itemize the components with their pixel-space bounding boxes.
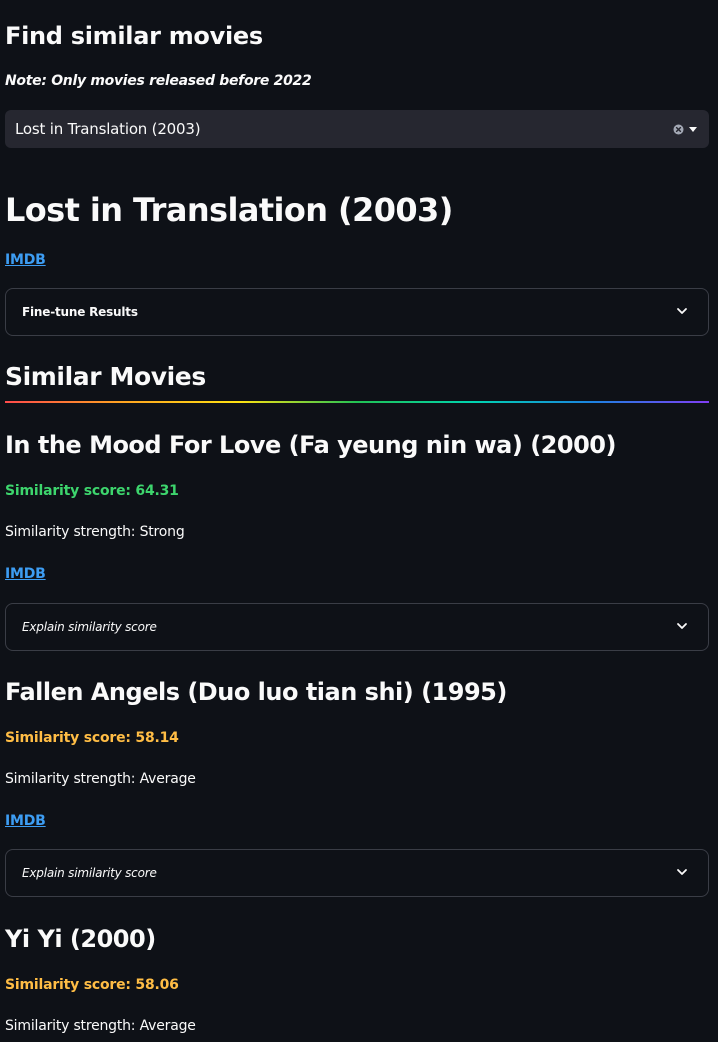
explain-expander-2[interactable]: Explain similarity score	[5, 849, 709, 897]
selected-movie-imdb-link[interactable]: IMDB	[5, 250, 46, 270]
chevron-down-icon	[677, 623, 687, 629]
similar-movies-heading: Similar Movies	[5, 362, 206, 391]
explain-label-2: Explain similarity score	[22, 866, 157, 880]
similarity-score-2: Similarity score: 58.14	[5, 730, 179, 746]
similarity-score-3: Similarity score: 58.06	[5, 977, 179, 993]
clear-circle-icon[interactable]	[673, 124, 684, 135]
explain-expander-1[interactable]: Explain similarity score	[5, 603, 709, 651]
page-title: Find similar movies	[5, 22, 263, 50]
app-page: Find similar movies Note: Only movies re…	[0, 0, 718, 1042]
selected-movie-title: Lost in Translation (2003)	[5, 191, 453, 229]
similarity-score-1: Similarity score: 64.31	[5, 483, 179, 499]
movie-title-3: Yi Yi (2000)	[5, 925, 156, 953]
movie-imdb-link-1[interactable]: IMDB	[5, 564, 46, 584]
movie-imdb-link-2[interactable]: IMDB	[5, 811, 46, 831]
release-note: Note: Only movies released before 2022	[5, 73, 312, 89]
similarity-strength-1: Similarity strength: Strong	[5, 524, 185, 540]
similarity-strength-2: Similarity strength: Average	[5, 771, 196, 787]
rainbow-divider	[5, 401, 709, 403]
chevron-down-icon	[677, 869, 687, 875]
explain-label-1: Explain similarity score	[22, 620, 157, 634]
movie-select[interactable]: Lost in Translation (2003)	[5, 110, 709, 148]
fine-tune-expander[interactable]: Fine-tune Results	[5, 288, 709, 336]
chevron-down-icon	[677, 308, 687, 314]
movie-select-value: Lost in Translation (2003)	[15, 120, 201, 138]
similarity-strength-3: Similarity strength: Average	[5, 1018, 196, 1034]
movie-title-2: Fallen Angels (Duo luo tian shi) (1995)	[5, 678, 507, 706]
movie-title-1: In the Mood For Love (Fa yeung nin wa) (…	[5, 431, 616, 459]
caret-down-icon[interactable]	[689, 127, 697, 132]
fine-tune-label: Fine-tune Results	[22, 305, 138, 319]
